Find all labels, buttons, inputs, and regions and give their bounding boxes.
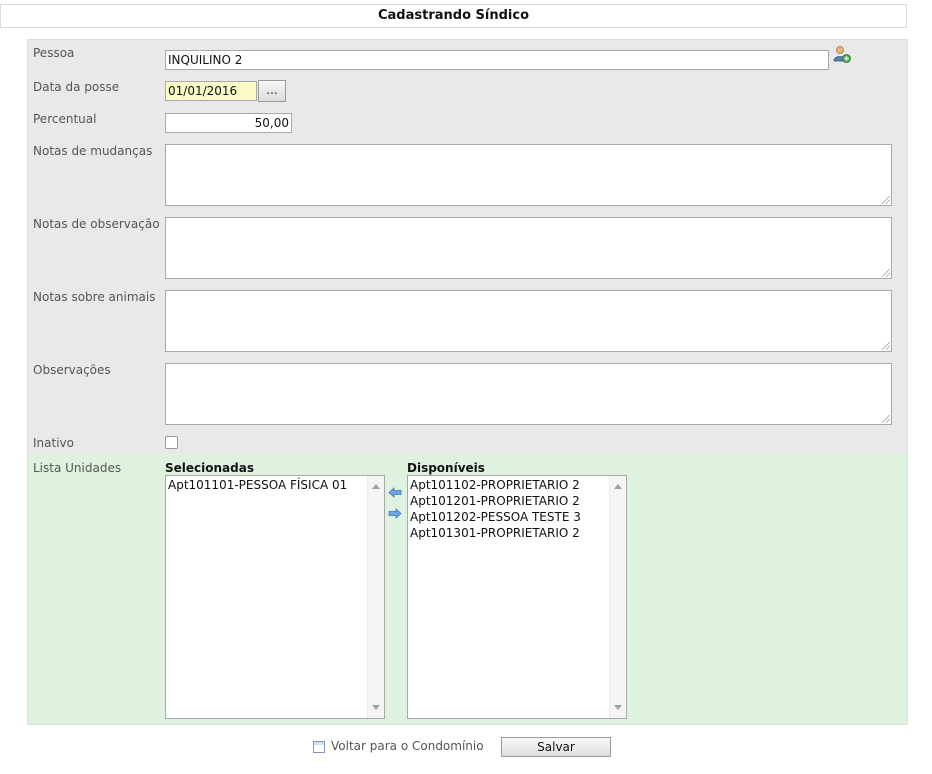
pessoa-label: Pessoa [33, 46, 75, 60]
calendar-icon [313, 740, 325, 753]
page-title: Cadastrando Síndico [0, 4, 907, 28]
list-item[interactable]: Apt101102-PROPRIETARIO 2 [410, 477, 609, 493]
disponiveis-items: Apt101102-PROPRIETARIO 2 Apt101201-PROPRI… [410, 477, 609, 541]
scroll-down-icon[interactable] [614, 705, 622, 710]
voltar-link[interactable]: Voltar para o Condomínio [313, 738, 484, 754]
notas-observacao-label: Notas de observação [33, 217, 160, 231]
observacoes-textarea[interactable] [165, 363, 892, 425]
percentual-label: Percentual [33, 112, 97, 126]
data-posse-input[interactable]: 01/01/2016 [165, 81, 257, 101]
disponiveis-scrollbar[interactable] [609, 476, 626, 718]
notas-observacao-textarea[interactable] [165, 217, 892, 279]
arrow-left-icon[interactable] [388, 487, 402, 498]
list-item[interactable]: Apt101301-PROPRIETARIO 2 [410, 525, 609, 541]
selecionadas-items: Apt101101-PESSOA FÍSICA 01 [168, 477, 367, 493]
inativo-label: Inativo [33, 436, 74, 450]
scroll-up-icon[interactable] [372, 484, 380, 489]
add-person-icon[interactable] [833, 45, 851, 63]
list-item[interactable]: Apt101101-PESSOA FÍSICA 01 [168, 477, 367, 493]
save-button[interactable]: Salvar [501, 737, 611, 757]
voltar-label: Voltar para o Condomínio [331, 739, 484, 753]
date-picker-button[interactable]: ... [258, 80, 286, 102]
list-item[interactable]: Apt101201-PROPRIETARIO 2 [410, 493, 609, 509]
notas-mudancas-textarea[interactable] [165, 144, 892, 206]
selecionadas-scrollbar[interactable] [367, 476, 384, 718]
resize-grip-icon[interactable] [882, 415, 890, 423]
arrow-right-icon[interactable] [388, 508, 402, 519]
data-posse-label: Data da posse [33, 80, 120, 94]
selecionadas-header: Selecionadas [165, 461, 254, 475]
disponiveis-listbox[interactable]: Apt101102-PROPRIETARIO 2 Apt101201-PROPRI… [407, 475, 627, 719]
list-item[interactable]: Apt101202-PESSOA TESTE 3 [410, 509, 609, 525]
disponiveis-header: Disponíveis [407, 461, 485, 475]
resize-grip-icon[interactable] [882, 269, 890, 277]
lista-unidades-label: Lista Unidades [33, 461, 122, 475]
observacoes-label: Observações [33, 363, 111, 377]
pessoa-input[interactable]: INQUILINO 2 [165, 50, 829, 70]
selecionadas-listbox[interactable]: Apt101101-PESSOA FÍSICA 01 [165, 475, 385, 719]
scroll-down-icon[interactable] [372, 705, 380, 710]
notas-mudancas-label: Notas de mudanças [33, 144, 153, 158]
percentual-input[interactable]: 50,00 [165, 113, 292, 133]
notas-animais-label: Notas sobre animais [33, 290, 156, 304]
scroll-up-icon[interactable] [614, 484, 622, 489]
inativo-checkbox[interactable] [165, 436, 178, 449]
notas-animais-textarea[interactable] [165, 290, 892, 352]
resize-grip-icon[interactable] [882, 196, 890, 204]
resize-grip-icon[interactable] [882, 342, 890, 350]
